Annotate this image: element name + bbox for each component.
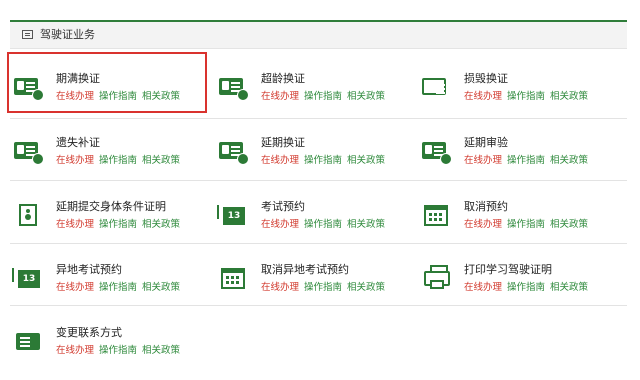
- service-name[interactable]: 取消预约: [464, 200, 508, 214]
- license-card-audit-icon: [422, 140, 452, 165]
- policy-link[interactable]: 相关政策: [347, 219, 385, 230]
- license-card-extend-icon: [219, 140, 249, 165]
- service-item-kaoshi-yuyue[interactable]: 13 考试预约 在线办理 操作指南 相关政策: [215, 198, 410, 254]
- calendar-cancel-icon: [219, 267, 247, 291]
- license-card-renew-icon: [219, 76, 249, 101]
- guide-link[interactable]: 操作指南: [507, 219, 545, 230]
- policy-link[interactable]: 相关政策: [142, 345, 180, 356]
- online-link[interactable]: 在线办理: [261, 219, 299, 230]
- edit-contact-icon: [14, 330, 42, 354]
- policy-link[interactable]: 相关政策: [550, 282, 588, 293]
- service-name[interactable]: 异地考试预约: [56, 263, 122, 277]
- online-link[interactable]: 在线办理: [261, 91, 299, 102]
- service-item-chaoling-huanzheng[interactable]: 超龄换证 在线办理 操作指南 相关政策: [215, 70, 410, 126]
- guide-link[interactable]: 操作指南: [507, 91, 545, 102]
- service-item-yanqi-huanzheng[interactable]: 延期换证 在线办理 操作指南 相关政策: [215, 134, 410, 190]
- panel-title: 驾驶证业务: [40, 28, 95, 41]
- policy-link[interactable]: 相关政策: [142, 219, 180, 230]
- guide-link[interactable]: 操作指南: [507, 282, 545, 293]
- online-link[interactable]: 在线办理: [261, 282, 299, 293]
- guide-link[interactable]: 操作指南: [304, 219, 342, 230]
- service-item-sunhui-huanzheng[interactable]: 损毁换证 在线办理 操作指南 相关政策: [418, 70, 613, 126]
- policy-link[interactable]: 相关政策: [347, 282, 385, 293]
- policy-link[interactable]: 相关政策: [347, 155, 385, 166]
- online-link[interactable]: 在线办理: [56, 282, 94, 293]
- service-item-dayin-xuexi-zhengming[interactable]: 打印学习驾驶证明 在线办理 操作指南 相关政策: [418, 261, 613, 317]
- online-link[interactable]: 在线办理: [464, 155, 502, 166]
- service-name[interactable]: 遗失补证: [56, 136, 100, 150]
- service-item-quxiao-yidi-yuyue[interactable]: 取消异地考试预约 在线办理 操作指南 相关政策: [215, 261, 410, 317]
- remote-exam-calendar-icon: 13: [12, 267, 42, 291]
- service-item-quxiao-yuyue[interactable]: 取消预约 在线办理 操作指南 相关政策: [418, 198, 613, 254]
- printer-icon: [422, 265, 450, 291]
- guide-link[interactable]: 操作指南: [304, 282, 342, 293]
- policy-link[interactable]: 相关政策: [347, 91, 385, 102]
- online-link[interactable]: 在线办理: [464, 282, 502, 293]
- policy-link[interactable]: 相关政策: [142, 282, 180, 293]
- calendar-13-icon: 13: [217, 204, 247, 228]
- online-link[interactable]: 在线办理: [261, 155, 299, 166]
- service-name[interactable]: 超龄换证: [261, 72, 305, 86]
- guide-link[interactable]: 操作指南: [99, 345, 137, 356]
- list-icon: [22, 30, 33, 39]
- service-item-yanqi-tijiao-shenti[interactable]: 延期提交身体条件证明 在线办理 操作指南 相关政策: [10, 198, 205, 254]
- lost-license-icon: [14, 140, 44, 165]
- service-item-yanqi-shenyan[interactable]: 延期审验 在线办理 操作指南 相关政策: [418, 134, 613, 190]
- service-name[interactable]: 延期审验: [464, 136, 508, 150]
- policy-link[interactable]: 相关政策: [550, 155, 588, 166]
- service-name[interactable]: 变更联系方式: [56, 326, 122, 340]
- selection-highlight: [7, 52, 207, 113]
- guide-link[interactable]: 操作指南: [99, 155, 137, 166]
- guide-link[interactable]: 操作指南: [304, 155, 342, 166]
- online-link[interactable]: 在线办理: [56, 219, 94, 230]
- service-name[interactable]: 打印学习驾驶证明: [464, 263, 552, 277]
- guide-link[interactable]: 操作指南: [99, 282, 137, 293]
- online-link[interactable]: 在线办理: [464, 91, 502, 102]
- service-item-yidi-kaoshi-yuyue[interactable]: 13 异地考试预约 在线办理 操作指南 相关政策: [10, 261, 205, 317]
- damaged-license-icon: [422, 76, 450, 100]
- guide-link[interactable]: 操作指南: [304, 91, 342, 102]
- health-certificate-icon: [14, 204, 42, 228]
- guide-link[interactable]: 操作指南: [507, 155, 545, 166]
- policy-link[interactable]: 相关政策: [142, 155, 180, 166]
- service-name[interactable]: 考试预约: [261, 200, 305, 214]
- service-name[interactable]: 延期换证: [261, 136, 305, 150]
- calendar-cancel-icon: [422, 204, 450, 228]
- panel-header: 驾驶证业务: [10, 22, 627, 49]
- policy-link[interactable]: 相关政策: [550, 91, 588, 102]
- service-name[interactable]: 取消异地考试预约: [261, 263, 349, 277]
- policy-link[interactable]: 相关政策: [550, 219, 588, 230]
- service-item-biangeng-lianxi[interactable]: 变更联系方式 在线办理 操作指南 相关政策: [10, 324, 205, 380]
- online-link[interactable]: 在线办理: [56, 345, 94, 356]
- online-link[interactable]: 在线办理: [56, 155, 94, 166]
- service-name[interactable]: 延期提交身体条件证明: [56, 200, 166, 214]
- service-name[interactable]: 损毁换证: [464, 72, 508, 86]
- online-link[interactable]: 在线办理: [464, 219, 502, 230]
- guide-link[interactable]: 操作指南: [99, 219, 137, 230]
- service-item-yishi-buzheng[interactable]: 遗失补证 在线办理 操作指南 相关政策: [10, 134, 205, 190]
